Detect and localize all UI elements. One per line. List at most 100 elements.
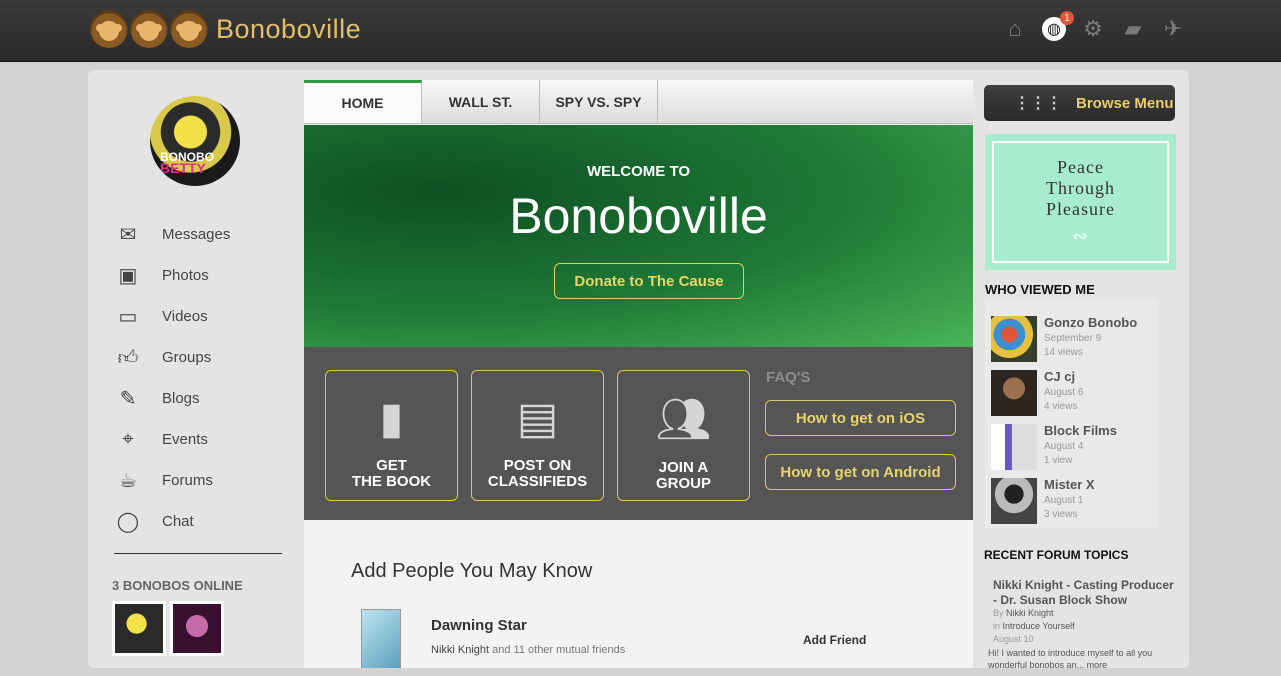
sidebar-item-forums[interactable]: ☕︎ Forums [114, 460, 230, 501]
banner-text: Peace [1057, 157, 1104, 177]
cup-icon: ☕︎ [119, 470, 137, 492]
meta-label: in [993, 621, 1001, 631]
viewer-avatar [991, 478, 1037, 524]
peace-banner[interactable]: Peace Through Pleasure ∾ [985, 134, 1176, 270]
sidebar-item-events[interactable]: ⌖ Events [114, 419, 230, 460]
viewer-date: September 9 [1044, 333, 1102, 344]
viewer-date: August 6 [1044, 387, 1084, 398]
tab-spy-vs-spy[interactable]: SPY VS. SPY [540, 80, 658, 123]
avatar[interactable]: BONOBO BETTY [150, 96, 240, 186]
globe-icon[interactable]: ◍ 1 [1042, 11, 1074, 41]
hero-title: Bonoboville [509, 188, 768, 244]
home-icon[interactable]: ⌂ [1002, 16, 1028, 42]
thumbs-up-icon: 👍︎ [117, 346, 139, 369]
online-user-avatar[interactable] [170, 601, 224, 656]
action-label: POST ON [503, 457, 572, 474]
tab-home[interactable]: HOME [304, 80, 422, 123]
person-avatar[interactable] [361, 609, 401, 668]
viewer-date: August 1 [1044, 495, 1084, 506]
group-icon: 👥︎ [655, 395, 712, 444]
online-title: 3 BONOBOS ONLINE [112, 578, 243, 593]
faq-title: FAQ'S [766, 369, 811, 386]
grid-icon: ⋮⋮⋮ [1014, 95, 1062, 112]
post-classifieds-button[interactable]: ▤ POST ON CLASSIFIEDS [471, 370, 604, 501]
more-link[interactable]: more [1087, 660, 1108, 670]
forum-topic-link[interactable]: Nikki Knight - Casting Producer - Dr. Su… [993, 578, 1179, 608]
sidebar-item-blogs[interactable]: ✎ Blogs [114, 378, 230, 419]
add-friend-button[interactable]: Add Friend [803, 633, 866, 647]
ornament-icon: ∾ [1072, 226, 1089, 246]
action-label: THE BOOK [351, 473, 432, 490]
viewer-name: Block Films [1044, 423, 1117, 438]
people-you-may-know: Add People You May Know Dawning Star Nik… [304, 520, 973, 668]
sidebar-item-label: Groups [162, 349, 212, 366]
meta-label: By [993, 608, 1004, 618]
topic-date: August 10 [993, 634, 1034, 644]
sidebar-item-label: Photos [162, 267, 209, 284]
tab-bar: HOME WALL ST. SPY VS. SPY [304, 80, 973, 124]
hero-subtitle: WELCOME TO [586, 163, 691, 180]
topic-forum-link[interactable]: Introduce Yourself [1003, 621, 1075, 631]
browse-menu-button[interactable]: ⋮⋮⋮ Browse Menu [984, 85, 1175, 121]
get-book-button[interactable]: ▮ GET THE BOOK [325, 370, 458, 501]
sidebar-item-label: Events [162, 431, 208, 448]
tab-wall-st[interactable]: WALL ST. [422, 80, 540, 123]
top-bar: Bonoboville ⌂ ◍ 1 ⚙ ▰ ✈ [0, 0, 1281, 62]
photo-icon: ▣ [118, 265, 138, 287]
sidebar-nav: ✉ Messages ▣ Photos ▭ Videos 👍︎ Groups ✎ Blog… [114, 214, 231, 542]
map-pin-icon: ⌖ [122, 428, 134, 450]
sidebar-item-chat[interactable]: ◯ Chat [114, 501, 230, 542]
viewer-views: 4 views [1044, 401, 1078, 412]
book-icon: ▮ [379, 394, 404, 443]
action-label: JOIN A [658, 459, 709, 476]
mutual-friend-link[interactable]: Nikki Knight [431, 644, 489, 656]
sidebar-item-label: Chat [162, 513, 194, 530]
mutual-friends-text: and 11 other mutual friends [489, 644, 626, 656]
chat-bubble-icon: ◯ [116, 511, 140, 533]
banner-text: Through [1046, 178, 1115, 198]
viewer-avatar [991, 316, 1037, 362]
video-camera-icon: ▭ [118, 306, 138, 328]
left-sidebar: BONOBO BETTY ✉ Messages ▣ Photos ▭ Videos 👍… [88, 70, 302, 668]
topic-author: By Nikki Knight [993, 608, 1054, 618]
chat-icon[interactable]: ▰ [1120, 16, 1146, 42]
action-label: CLASSIFIEDS [487, 473, 588, 490]
browse-menu-label: Browse Menu [1076, 94, 1174, 112]
sidebar-item-videos[interactable]: ▭ Videos [114, 296, 230, 337]
sidebar-item-groups[interactable]: 👍︎ Groups [114, 337, 230, 378]
recent-forum-title: RECENT FORUM TOPICS [984, 548, 1129, 562]
divider [114, 553, 282, 554]
notification-badge: 1 [1060, 11, 1074, 25]
join-group-button[interactable]: 👥︎ JOIN A GROUP [617, 370, 750, 501]
site-logo[interactable]: Bonoboville [90, 10, 361, 48]
viewer-views: 3 views [1044, 509, 1078, 520]
gear-icon[interactable]: ⚙ [1080, 16, 1106, 42]
viewer-name: Gonzo Bonobo [1044, 315, 1138, 330]
online-users [112, 601, 224, 656]
avatar-logo-text: BETTY [160, 160, 206, 176]
topic-snippet: Hi! I wanted to introduce myself to all … [988, 647, 1182, 671]
person-name[interactable]: Dawning Star [431, 617, 527, 634]
faq-android-button[interactable]: How to get on Android [765, 454, 956, 490]
viewer-date: August 4 [1044, 441, 1084, 452]
sidebar-item-messages[interactable]: ✉ Messages [114, 214, 231, 255]
who-viewed-title: WHO VIEWED ME [985, 282, 1095, 297]
sidebar-item-photos[interactable]: ▣ Photos [114, 255, 230, 296]
pencil-icon: ✎ [119, 388, 137, 410]
donate-button[interactable]: Donate to The Cause [554, 263, 744, 299]
topic-author-link[interactable]: Nikki Knight [1006, 608, 1054, 618]
section-heading: Add People You May Know [351, 560, 593, 582]
main-content: HOME WALL ST. SPY VS. SPY WELCOME TO Bon… [304, 80, 973, 668]
newspaper-icon: ▤ [516, 394, 559, 443]
banner-text: Pleasure [1046, 199, 1115, 219]
sidebar-item-label: Videos [162, 308, 208, 325]
viewer-views: 1 view [1044, 455, 1073, 466]
faq-ios-button[interactable]: How to get on iOS [765, 400, 956, 436]
site-title: Bonoboville [216, 13, 362, 44]
viewer-views: 14 views [1044, 347, 1083, 358]
action-panel: ▮ GET THE BOOK ▤ POST ON CLASSIFIEDS 👥︎ JO… [304, 347, 973, 520]
airplane-icon[interactable]: ✈ [1160, 16, 1186, 42]
sidebar-item-label: Messages [162, 226, 231, 243]
snippet-text: Hi! I wanted to introduce myself to all … [988, 648, 1153, 670]
online-user-avatar[interactable] [112, 601, 166, 656]
